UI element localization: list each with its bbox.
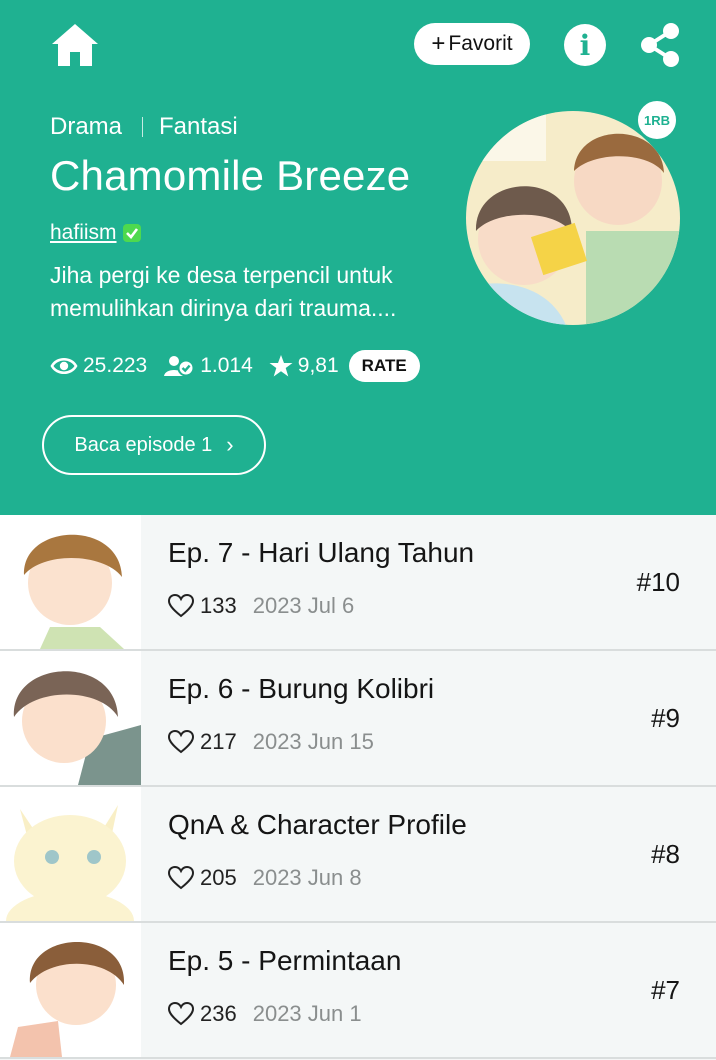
favorite-label: Favorit	[448, 32, 513, 55]
episode-likes: 133	[200, 593, 237, 618]
series-title: Chamomile Breeze	[50, 152, 411, 199]
heart-icon	[168, 594, 194, 618]
genre-tag[interactable]: Drama	[50, 113, 122, 141]
episode-number: #10	[636, 567, 680, 597]
episode-likes: 217	[200, 729, 237, 754]
genre-list: Drama Fantasi	[50, 113, 238, 141]
rating-value: 9,81	[297, 354, 339, 377]
subscribers-count: 1.014	[200, 354, 253, 377]
heart-icon	[168, 730, 194, 754]
episode-title: QnA & Character Profile	[168, 809, 467, 840]
share-icon	[641, 23, 679, 67]
eye-icon	[50, 357, 78, 375]
description-line: Jiha pergi ke desa terpencil untuk	[50, 262, 393, 288]
episode-date: 2023 Jun 8	[252, 865, 362, 890]
views-stat: 25.223	[50, 354, 147, 378]
episode-thumbnail	[0, 787, 141, 921]
views-count: 25.223	[83, 354, 148, 377]
read-first-episode-button[interactable]: Baca episode 1 ›	[42, 415, 266, 475]
episode-likes: 236	[200, 1001, 237, 1026]
read-button-label: Baca episode 1	[74, 433, 213, 456]
plus-icon: +	[431, 30, 446, 57]
episode-title: Ep. 6 - Burung Kolibri	[168, 673, 435, 704]
info-button[interactable]: i	[564, 24, 606, 66]
episode-thumbnail	[0, 923, 141, 1057]
episode-date: 2023 Jul 6	[252, 593, 355, 618]
episode-number: #7	[651, 975, 680, 1005]
rating-stat: 9,81	[269, 354, 339, 378]
episode-thumbnail	[0, 515, 141, 649]
star-icon	[269, 355, 293, 377]
chevron-right-icon: ›	[226, 432, 234, 457]
episode-row[interactable]: QnA & Character Profile 205 2023 Jun 8 #…	[0, 787, 716, 923]
episode-list: Ep. 7 - Hari Ulang Tahun 133 2023 Jul 6 …	[0, 515, 716, 1059]
home-button[interactable]	[50, 22, 100, 68]
episode-date: 2023 Jun 15	[252, 729, 374, 754]
episode-number: #9	[651, 703, 680, 733]
info-icon: i	[579, 28, 591, 62]
episode-likes: 205	[200, 865, 237, 890]
author-row: hafiism	[50, 221, 142, 245]
series-header: + Favorit i Drama Fantasi Chamomile Bree…	[0, 0, 716, 515]
cover-illustration	[466, 111, 680, 325]
episode-thumbnail	[0, 651, 141, 785]
episode-meta: 133 2023 Jul 6	[168, 593, 354, 619]
subscriber-icon	[164, 356, 195, 377]
genre-divider	[142, 117, 144, 137]
heart-icon	[168, 1002, 194, 1026]
stats-row: 25.223 1.014 9,81 RATE	[50, 349, 420, 383]
author-link[interactable]: hafiism	[50, 221, 117, 245]
episode-row[interactable]: Ep. 5 - Permintaan 236 2023 Jun 1 #7	[0, 923, 716, 1059]
genre-tag[interactable]: Fantasi	[159, 113, 238, 141]
favorite-button[interactable]: + Favorit	[414, 23, 530, 65]
series-cover-image	[466, 111, 680, 325]
series-description[interactable]: Jiha pergi ke desa terpencil untuk memul…	[50, 259, 450, 325]
episode-number: #8	[651, 839, 680, 869]
verified-check-icon	[122, 224, 141, 242]
episode-meta: 205 2023 Jun 8	[168, 865, 362, 891]
subscribers-stat: 1.014	[163, 354, 253, 378]
home-icon	[52, 24, 98, 66]
description-line: memulihkan dirinya dari trauma....	[50, 295, 397, 321]
heart-icon	[168, 866, 194, 890]
episode-title: Ep. 5 - Permintaan	[168, 945, 402, 976]
share-button[interactable]	[638, 22, 682, 68]
episode-row[interactable]: Ep. 7 - Hari Ulang Tahun 133 2023 Jul 6 …	[0, 515, 716, 651]
rate-button[interactable]: RATE	[348, 350, 420, 382]
episode-meta: 236 2023 Jun 1	[168, 1001, 362, 1027]
episode-row[interactable]: Ep. 6 - Burung Kolibri 217 2023 Jun 15 #…	[0, 651, 716, 787]
popularity-badge: 1RB	[636, 99, 678, 141]
episode-meta: 217 2023 Jun 15	[168, 729, 374, 755]
episode-title: Ep. 7 - Hari Ulang Tahun	[168, 537, 475, 568]
episode-date: 2023 Jun 1	[252, 1001, 362, 1026]
